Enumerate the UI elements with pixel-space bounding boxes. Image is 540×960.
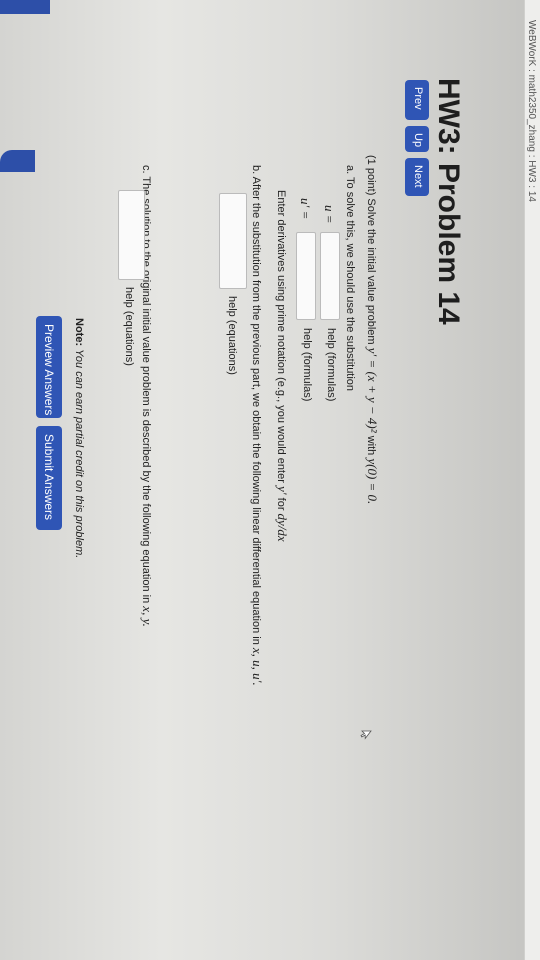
- part-b-vars: x, u, u′.: [250, 647, 265, 686]
- photo-stage: WeBWorK : math2350_zhang : HW3 : 14 HW3:…: [0, 0, 540, 960]
- note-label: Note:: [73, 318, 85, 347]
- ode-expression: y′ = (x + y − 4)²: [365, 347, 380, 433]
- partial-credit-note: Note: You can earn partial credit on thi…: [73, 318, 85, 558]
- sidebar-accent: [0, 150, 35, 172]
- derivative-hint: Enter derivatives using prime notation (…: [274, 190, 290, 542]
- help-equations-link-1[interactable]: help (equations): [226, 296, 238, 375]
- up-button[interactable]: Up: [405, 126, 429, 152]
- webwork-page: WeBWorK : math2350_zhang : HW3 : 14 HW3:…: [0, 0, 540, 960]
- with-text: with: [365, 435, 377, 456]
- part-b-text: b. After the substitution from the previ…: [250, 165, 262, 645]
- part-a-label: a. To solve this, we should use the subs…: [344, 165, 356, 392]
- next-button[interactable]: Next: [405, 158, 429, 196]
- initial-condition: y(0) = 0.: [365, 458, 380, 505]
- part-b-answer-input[interactable]: [219, 193, 247, 289]
- u-answer-input[interactable]: [320, 232, 340, 320]
- sidebar-tab[interactable]: [0, 0, 50, 14]
- intro-text: Solve the initial value problem: [365, 198, 377, 345]
- derivative-hint-for: for: [275, 497, 287, 511]
- submit-answers-button[interactable]: Submit Answers: [36, 426, 62, 530]
- part-b-label: b. After the substitution from the previ…: [249, 165, 265, 686]
- help-formulas-link-1[interactable]: help (formulas): [325, 328, 337, 401]
- problem-intro: (1 point) Solve the initial value proble…: [364, 155, 380, 504]
- part-c-vars: x, y.: [140, 606, 155, 627]
- uprime-label: u′ =: [298, 198, 313, 220]
- help-equations-link-2[interactable]: help (equations): [123, 287, 135, 366]
- derivative-hint-frac: dy/dx: [275, 513, 290, 542]
- prev-button[interactable]: Prev: [405, 80, 429, 120]
- page-title: HW3: Problem 14: [432, 78, 465, 325]
- top-bar: WeBWorK : math2350_zhang : HW3 : 14: [524, 0, 540, 960]
- u-label: u =: [322, 205, 337, 224]
- uprime-answer-input[interactable]: [296, 232, 316, 320]
- mouse-cursor-icon: [360, 730, 372, 740]
- point-value: (1 point): [365, 155, 377, 196]
- course-breadcrumb: WeBWorK : math2350_zhang : HW3 : 14: [526, 20, 537, 202]
- derivative-hint-y: y′: [275, 485, 290, 495]
- help-formulas-link-2[interactable]: help (formulas): [301, 328, 313, 401]
- derivative-hint-text: Enter derivatives using prime notation (…: [275, 190, 287, 483]
- note-text: You can earn partial credit on this prob…: [73, 349, 85, 559]
- part-c-answer-input[interactable]: [118, 190, 145, 280]
- preview-answers-button[interactable]: Preview Answers: [36, 316, 62, 418]
